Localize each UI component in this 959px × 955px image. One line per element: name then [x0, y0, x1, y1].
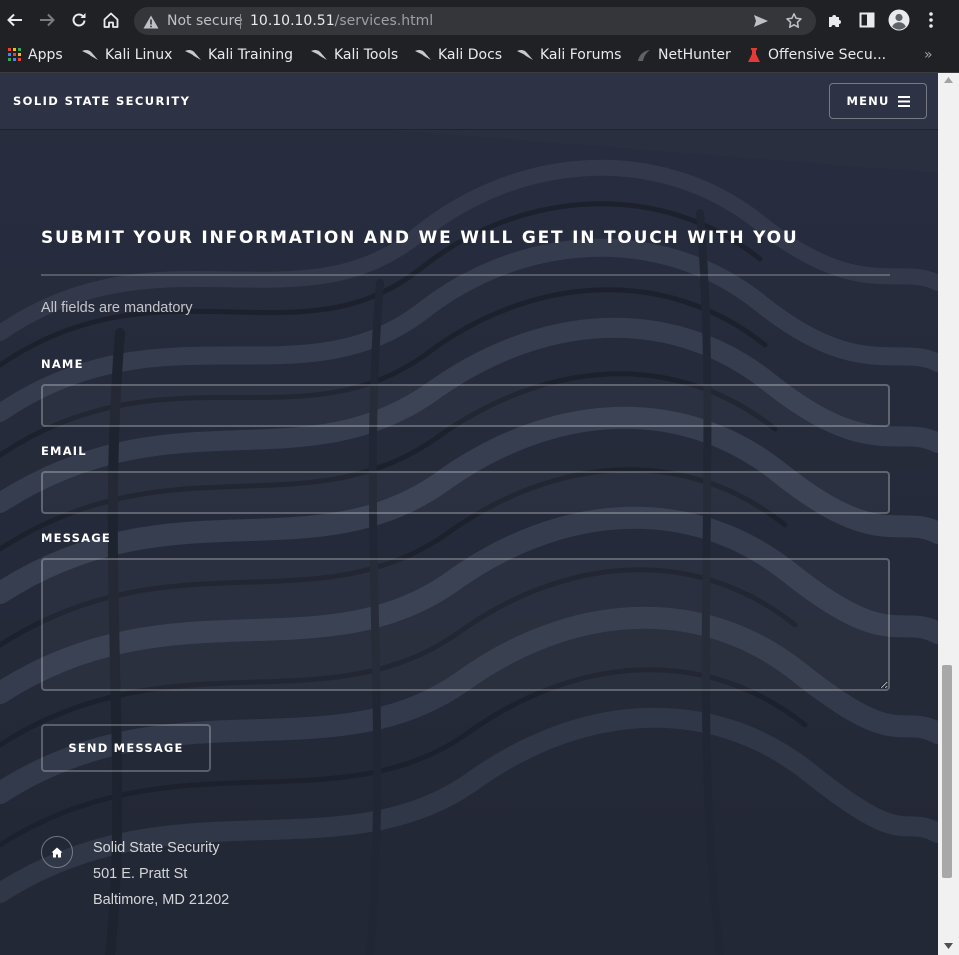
send-message-button[interactable]: SEND MESSAGE: [41, 724, 211, 772]
building-background-image: [0, 73, 938, 955]
url-host: 10.10.10.51: [250, 13, 335, 29]
email-input[interactable]: [41, 471, 890, 514]
bookmark-kali-training[interactable]: Kali Training: [184, 42, 293, 68]
security-label: Not secure: [167, 13, 243, 29]
forward-arrow-icon[interactable]: [35, 8, 59, 32]
side-panel-icon[interactable]: [855, 8, 879, 32]
scrollbar-thumb[interactable]: [942, 665, 952, 878]
address-line-3: Baltimore, MD 21202: [93, 892, 230, 908]
mandatory-note: All fields are mandatory: [41, 300, 193, 316]
send-icon[interactable]: [753, 13, 769, 33]
email-label: EMAIL: [41, 444, 87, 458]
warning-icon[interactable]: [143, 14, 159, 33]
scroll-down-arrow-icon[interactable]: [944, 943, 953, 949]
bookmark-label: Kali Tools: [334, 47, 399, 63]
more-vert-icon[interactable]: [919, 8, 943, 32]
name-input[interactable]: [41, 384, 890, 427]
reload-icon[interactable]: [67, 8, 91, 32]
extensions-icon[interactable]: [823, 8, 847, 32]
hamburger-icon: [897, 95, 910, 107]
heading-divider: [41, 274, 890, 276]
bookmark-label: Offensive Secu...: [768, 47, 887, 63]
url-text: 10.10.10.51/services.html: [250, 7, 433, 35]
kali-dragon-icon: [415, 49, 431, 60]
menu-label: MENU: [846, 94, 890, 108]
bookmark-label: Kali Forums: [540, 47, 622, 63]
name-label: NAME: [41, 357, 84, 371]
kali-dragon-icon: [82, 49, 98, 60]
url-path: /services.html: [334, 13, 434, 29]
bookmark-label: Kali Training: [208, 47, 293, 63]
home-icon[interactable]: [99, 8, 123, 32]
bookmark-kali-docs[interactable]: Kali Docs: [414, 42, 502, 68]
address-line-2: 501 E. Pratt St: [93, 866, 188, 882]
kali-dragon-icon: [185, 49, 201, 60]
bookmark-nethunter[interactable]: NetHunter: [636, 42, 731, 68]
site-logo[interactable]: SOLID STATE SECURITY: [13, 73, 190, 129]
bookmark-label: Kali Linux: [105, 47, 173, 63]
bookmarks-bar: Apps Kali Linux Kali Training Kali Tools…: [0, 42, 959, 73]
bookmark-label: Apps: [28, 47, 63, 63]
site-header: SOLID STATE SECURITY MENU: [0, 73, 938, 129]
message-label: MESSAGE: [41, 531, 111, 545]
bookmark-apps[interactable]: Apps: [8, 42, 63, 68]
kali-dragon-icon: [517, 49, 533, 60]
star-icon[interactable]: [785, 12, 803, 34]
offsec-icon: [748, 48, 760, 62]
profile-icon[interactable]: [887, 8, 911, 32]
form-heading: SUBMIT YOUR INFORMATION AND WE WILL GET …: [41, 228, 799, 248]
kali-dragon-icon: [311, 49, 327, 60]
bookmarks-overflow-chevron-icon[interactable]: »: [924, 42, 933, 68]
address-line-1: Solid State Security: [93, 840, 220, 856]
bookmark-label: NetHunter: [658, 47, 731, 63]
message-textarea[interactable]: [41, 558, 890, 691]
menu-button[interactable]: MENU: [829, 83, 927, 119]
bookmark-label: Kali Docs: [438, 47, 503, 63]
bookmark-kali-forums[interactable]: Kali Forums: [516, 42, 621, 68]
page-viewport: SOLID STATE SECURITY MENU SUBMIT YOUR IN…: [0, 73, 938, 955]
page-scrollbar[interactable]: [938, 73, 959, 955]
address-home-icon: [41, 836, 73, 868]
omnibox-divider: [240, 14, 241, 29]
browser-toolbar: Not secure 10.10.10.51/services.html: [0, 0, 959, 42]
nethunter-icon: [638, 50, 650, 61]
scroll-up-arrow-icon[interactable]: [944, 77, 953, 83]
address-bar[interactable]: Not secure 10.10.10.51/services.html: [134, 7, 816, 35]
bookmark-offensive-security[interactable]: Offensive Secu...: [746, 42, 886, 68]
back-arrow-icon[interactable]: [3, 8, 27, 32]
bookmark-kali-tools[interactable]: Kali Tools: [310, 42, 398, 68]
bookmark-kali-linux[interactable]: Kali Linux: [81, 42, 172, 68]
apps-grid-icon: [8, 48, 21, 61]
